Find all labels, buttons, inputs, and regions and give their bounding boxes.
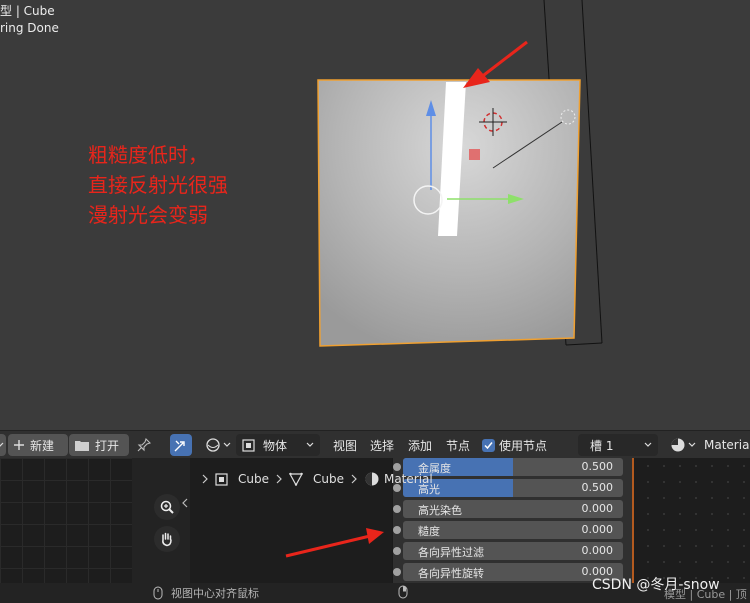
object-mode-dropdown[interactable]: 物体 <box>236 434 320 456</box>
node-editor-header: 新建 打开 物体 视图 选择 添加 节点 使用节点 槽 1 Material <box>0 430 750 458</box>
object-mode-label: 物体 <box>263 438 288 453</box>
menu-select[interactable]: 选择 <box>370 434 394 456</box>
new-button-label: 新建 <box>30 438 55 453</box>
status-hint-text: 视图中心对齐鼠标 <box>171 587 259 600</box>
chevron-down-icon <box>223 441 231 449</box>
arrow-link-icon <box>173 437 189 453</box>
annotation-line-2: 直接反射光很强 <box>88 173 228 197</box>
annotation-text: 粗糙度低时， 直接反射光很强 漫射光会变弱 <box>88 140 228 230</box>
folder-icon <box>75 439 89 451</box>
chevron-down-icon <box>644 441 652 449</box>
open-button[interactable]: 打开 <box>69 434 129 456</box>
pin-icon <box>137 438 151 452</box>
breadcrumb-material[interactable]: Material <box>384 472 433 486</box>
3d-viewport[interactable]: 型 | Cube ring Done 粗糙度低时， 直接反射光很强 漫射光会变弱 <box>0 0 750 430</box>
menu-view[interactable]: 视图 <box>333 434 357 456</box>
slot-label: 槽 1 <box>590 438 614 453</box>
chevron-down-icon <box>0 441 4 449</box>
watermark: CSDN @冬月-snow <box>592 577 720 593</box>
new-button[interactable]: 新建 <box>8 434 68 456</box>
use-nodes-checkbox[interactable]: 使用节点 <box>482 434 547 456</box>
annotation-line-3: 漫射光会变弱 <box>88 203 208 227</box>
annotation-arrow-bottom <box>285 528 384 558</box>
menu-add[interactable]: 添加 <box>408 434 432 456</box>
chevron-down-icon <box>306 441 314 449</box>
open-button-label: 打开 <box>95 438 120 453</box>
material-name[interactable]: Material <box>704 438 750 452</box>
mouse-icon <box>398 585 408 602</box>
node-editor-area[interactable]: Cube Cube Material 金属度 0.500 高光 0.500 高光… <box>0 458 750 583</box>
editor-type-dropdown[interactable] <box>0 434 6 456</box>
checkmark-icon <box>482 438 495 452</box>
plus-icon <box>14 440 24 450</box>
material-slot-dropdown[interactable]: 槽 1 <box>578 434 658 456</box>
menu-node[interactable]: 节点 <box>446 434 470 456</box>
light-icon <box>469 149 480 160</box>
sphere-shader-icon <box>205 437 221 453</box>
annotation-line-1: 粗糙度低时， <box>88 143 208 167</box>
shader-type-dropdown[interactable] <box>199 434 231 456</box>
mouse-icon <box>153 586 163 600</box>
material-browse-dropdown[interactable]: Material <box>664 434 750 456</box>
status-hint: 视图中心对齐鼠标 <box>153 585 259 601</box>
slot-link-toggle[interactable] <box>170 434 192 456</box>
use-nodes-label: 使用节点 <box>499 438 548 453</box>
object-square-icon <box>242 438 255 452</box>
chevron-down-icon <box>688 441 696 449</box>
pin-button[interactable] <box>137 434 153 456</box>
material-sphere-icon <box>670 437 686 453</box>
